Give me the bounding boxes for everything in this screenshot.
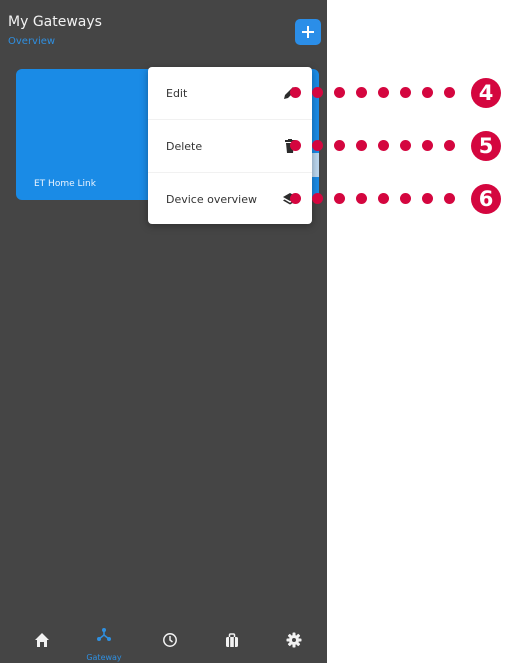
callout-number: 4 xyxy=(471,78,501,108)
callout-number: 5 xyxy=(471,131,501,161)
callout-dot xyxy=(290,140,301,151)
callout-dot xyxy=(444,87,455,98)
tab-label: Gateway xyxy=(86,653,122,662)
tab-history[interactable] xyxy=(150,623,190,663)
callout-dot xyxy=(400,140,411,151)
callout-dot xyxy=(334,193,345,204)
callout-dot xyxy=(444,193,455,204)
menu-item-label: Delete xyxy=(166,139,203,153)
callout-dot xyxy=(378,193,389,204)
add-gateway-button[interactable] xyxy=(295,19,321,45)
callout-dot xyxy=(312,193,323,204)
callout-dot xyxy=(290,193,301,204)
callout-dot xyxy=(378,140,389,151)
callout-dot xyxy=(422,87,433,98)
bottom-tab-bar: Gateway xyxy=(0,623,327,663)
callout-device-overview: 6 xyxy=(290,184,509,214)
plus-icon xyxy=(302,26,314,38)
menu-item-label: Edit xyxy=(166,86,188,100)
page-subtitle: Overview xyxy=(8,36,56,47)
gear-icon xyxy=(286,632,302,648)
page-title: My Gateways xyxy=(8,14,102,30)
callout-dot xyxy=(422,140,433,151)
context-menu: Edit Delete Device overview xyxy=(148,67,312,224)
callout-number: 6 xyxy=(471,184,501,214)
callout-dot xyxy=(400,193,411,204)
callout-dot xyxy=(312,87,323,98)
tab-settings[interactable] xyxy=(274,623,314,663)
callout-dot xyxy=(422,193,433,204)
home-icon xyxy=(35,633,49,647)
callout-dot xyxy=(334,87,345,98)
menu-item-edit[interactable]: Edit xyxy=(148,67,312,119)
callout-dot xyxy=(334,140,345,151)
callout-delete: 5 xyxy=(290,131,509,161)
menu-item-device-overview[interactable]: Device overview xyxy=(148,172,312,225)
gateway-name: ET Home Link xyxy=(34,179,96,189)
callout-dot xyxy=(356,193,367,204)
callout-dot xyxy=(400,87,411,98)
gateway-icon xyxy=(97,628,111,641)
briefcase-icon xyxy=(226,633,238,647)
app-screen: My Gateways Overview ET Home Link Edit D… xyxy=(0,0,327,663)
callout-dot xyxy=(312,140,323,151)
callout-dot xyxy=(356,140,367,151)
menu-item-delete[interactable]: Delete xyxy=(148,119,312,172)
callout-dot xyxy=(356,87,367,98)
menu-item-label: Device overview xyxy=(166,192,257,206)
clock-icon xyxy=(163,633,177,647)
callout-dot xyxy=(444,140,455,151)
tab-gateway[interactable]: Gateway xyxy=(84,623,124,663)
tab-briefcase[interactable] xyxy=(212,623,252,663)
callout-edit: 4 xyxy=(290,78,509,108)
callout-dot xyxy=(290,87,301,98)
callout-dot xyxy=(378,87,389,98)
tab-home[interactable] xyxy=(22,623,62,663)
